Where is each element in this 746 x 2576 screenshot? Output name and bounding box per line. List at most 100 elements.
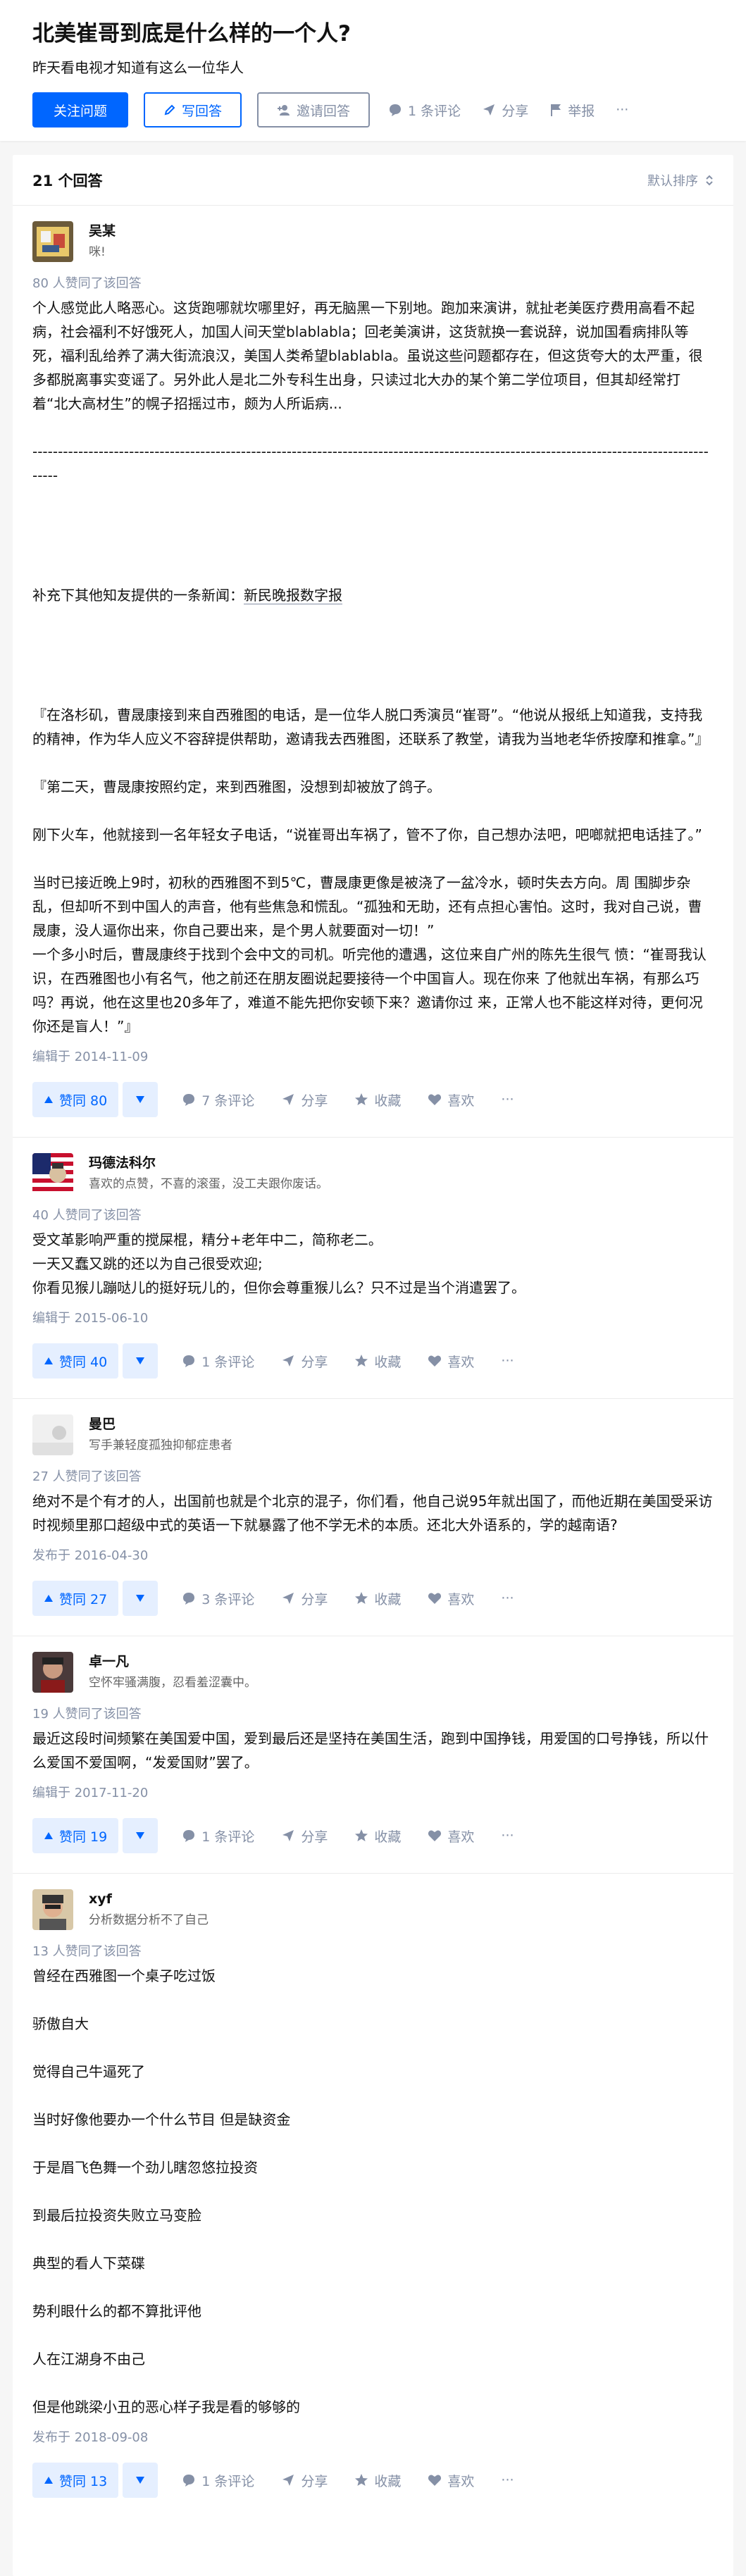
share-button[interactable]: 分享	[281, 1090, 328, 1109]
like-button[interactable]: 喜欢	[428, 1589, 474, 1608]
avatar[interactable]	[32, 1414, 73, 1455]
answer-timestamp[interactable]: 编辑于 2014-11-09	[32, 1048, 714, 1066]
like-button[interactable]: 喜欢	[428, 1090, 474, 1109]
downvote-button[interactable]	[123, 1082, 158, 1117]
like-button[interactable]: 喜欢	[428, 1827, 474, 1846]
downvote-button[interactable]	[123, 2463, 158, 2498]
avatar[interactable]	[32, 221, 73, 262]
invite-answer-button[interactable]: 邀请回答	[257, 92, 371, 127]
author-name[interactable]: 曼巴	[89, 1416, 232, 1433]
more-button[interactable]: ···	[501, 1828, 514, 1843]
comment-icon	[182, 1093, 196, 1107]
collect-button[interactable]: 收藏	[354, 1090, 401, 1109]
star-icon	[354, 2473, 368, 2487]
answer-paragraph: 典型的看人下菜碟	[32, 2255, 145, 2272]
upvote-button[interactable]: 赞同 13	[32, 2463, 119, 2498]
flag-icon	[549, 103, 562, 117]
invite-answer-label: 邀请回答	[297, 103, 351, 119]
question-share-label: 分享	[502, 103, 529, 119]
share-button[interactable]: 分享	[281, 1589, 328, 1608]
upvote-button[interactable]: 赞同 40	[32, 1343, 119, 1379]
news-link[interactable]: 新民晚报数字报	[244, 587, 342, 604]
collect-button[interactable]: 收藏	[354, 2471, 401, 2490]
avatar[interactable]	[32, 1153, 73, 1194]
comments-label: 3 条评论	[201, 1591, 255, 1607]
answer-paragraph: 最近这段时间频繁在美国爱中国，爱到最后还是坚持在美国生活，跑到中国挣钱，用爱国的…	[32, 1730, 709, 1771]
like-button[interactable]: 喜欢	[428, 1352, 474, 1371]
share-label: 分享	[301, 2473, 328, 2489]
downvote-button[interactable]	[123, 1581, 158, 1616]
share-button[interactable]: 分享	[281, 1352, 328, 1371]
triangle-up-icon	[44, 1594, 54, 1603]
upvote-button[interactable]: 赞同 27	[32, 1581, 119, 1616]
triangle-up-icon	[44, 1095, 54, 1104]
collect-button[interactable]: 收藏	[354, 1827, 401, 1846]
like-label: 喜欢	[447, 1093, 475, 1109]
follow-question-label: 关注问题	[54, 103, 108, 119]
answer-timestamp[interactable]: 发布于 2018-09-08	[32, 2429, 714, 2447]
answer-paragraph: 绝对不是个有才的人，出国前也就是个北京的混子，你们看，他自己说95年就出国了，而…	[32, 1493, 713, 1533]
more-button[interactable]: ···	[501, 1591, 514, 1606]
answer-paragraph: 『在洛杉矶，曹晟康接到来自西雅图的电话，是一位华人脱口秀演员“崔哥”。“他说从报…	[32, 707, 709, 747]
author-name[interactable]: 吴某	[89, 223, 116, 239]
question-more-button[interactable]: ···	[616, 102, 628, 118]
triangle-up-icon	[44, 1831, 54, 1840]
avatar[interactable]	[32, 1889, 73, 1930]
star-icon	[354, 1591, 368, 1605]
author-bio: 空怀牢骚满腹，忍看羞涩囊中。	[89, 1676, 256, 1690]
share-button[interactable]: 分享	[281, 1827, 328, 1846]
comments-button[interactable]: 1 条评论	[182, 2471, 254, 2490]
comments-label: 1 条评论	[201, 1354, 255, 1370]
share-icon	[281, 1093, 295, 1107]
answer-timestamp[interactable]: 编辑于 2017-11-20	[32, 1784, 714, 1803]
comments-button[interactable]: 1 条评论	[182, 1827, 254, 1846]
downvote-button[interactable]	[123, 1343, 158, 1379]
more-button[interactable]: ···	[501, 2472, 514, 2488]
like-button[interactable]: 喜欢	[428, 2471, 474, 2490]
follow-question-button[interactable]: 关注问题	[32, 92, 129, 127]
upvote-button[interactable]: 赞同 80	[32, 1082, 119, 1117]
avatar[interactable]	[32, 1652, 73, 1693]
answer-action-bar: 赞同 40 1 条评论 分享 收藏 喜欢 ···	[32, 1342, 714, 1380]
question-report-button[interactable]: 举报	[549, 101, 595, 120]
sort-dropdown[interactable]: 默认排序	[647, 171, 714, 189]
write-answer-button[interactable]: 写回答	[144, 92, 242, 127]
question-share-button[interactable]: 分享	[482, 101, 528, 120]
comment-icon	[388, 103, 402, 117]
triangle-down-icon	[135, 1591, 145, 1606]
collect-button[interactable]: 收藏	[354, 1352, 401, 1371]
answer-paragraph: 刚下火车，他就接到一名年轻女子电话，“说崔哥出车祸了，管不了你，自己想办法吧，吧…	[32, 826, 702, 843]
collect-button[interactable]: 收藏	[354, 1589, 401, 1608]
answer-author: 吴某 咪!	[32, 206, 714, 265]
vote-count-text: 80 人赞同了该回答	[32, 276, 142, 291]
question-title: 北美崔哥到底是什么样的一个人?	[32, 21, 351, 46]
question-comments-button[interactable]: 1 条评论	[388, 101, 461, 120]
heart-icon	[428, 1591, 442, 1605]
answer-timestamp[interactable]: 编辑于 2015-06-10	[32, 1309, 714, 1328]
answer-paragraph: 到最后拉投资失败立马变脸	[32, 2207, 201, 2224]
upvote-label: 赞同 40	[59, 1354, 108, 1370]
comments-label: 7 条评论	[201, 1093, 255, 1109]
star-icon	[354, 1354, 368, 1368]
author-name[interactable]: 玛德法科尔	[89, 1155, 328, 1171]
collect-label: 收藏	[374, 1093, 402, 1109]
upvote-label: 赞同 80	[59, 1093, 108, 1109]
more-button[interactable]: ···	[501, 1092, 514, 1107]
downvote-button[interactable]	[123, 1818, 158, 1853]
question-comments-label: 1 条评论	[408, 103, 461, 119]
comments-button[interactable]: 3 条评论	[182, 1589, 254, 1608]
comments-button[interactable]: 1 条评论	[182, 1352, 254, 1371]
answer-paragraph: 骄傲自大	[32, 2015, 89, 2032]
author-name[interactable]: xyf	[89, 1891, 209, 1908]
question-actions: 关注问题 写回答 邀请回答 1 条评论 分享 举报 ···	[32, 92, 714, 128]
comment-icon	[182, 1591, 196, 1605]
answer-timestamp[interactable]: 发布于 2016-04-30	[32, 1547, 714, 1565]
upvote-button[interactable]: 赞同 19	[32, 1818, 119, 1853]
heart-icon	[428, 1093, 442, 1107]
more-button[interactable]: ···	[501, 1353, 514, 1369]
comment-icon	[182, 2473, 196, 2487]
collect-label: 收藏	[374, 1829, 402, 1845]
share-button[interactable]: 分享	[281, 2471, 328, 2490]
author-name[interactable]: 卓一凡	[89, 1653, 256, 1670]
comments-button[interactable]: 7 条评论	[182, 1090, 254, 1109]
